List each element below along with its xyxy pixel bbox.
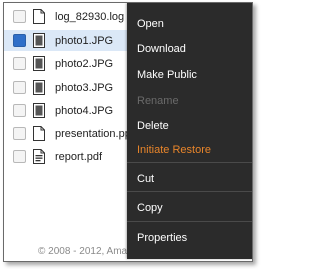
image-file-icon	[33, 56, 45, 71]
file-name[interactable]: photo4.JPG	[55, 105, 113, 117]
menu-separator	[127, 162, 252, 163]
menu-item-open[interactable]: Open	[127, 18, 252, 30]
menu-item-cut[interactable]: Cut	[127, 173, 252, 185]
image-file-icon	[33, 33, 45, 48]
menu-separator	[127, 191, 252, 192]
file-name[interactable]: photo2.JPG	[55, 58, 113, 70]
file-name[interactable]: report.pdf	[55, 151, 102, 163]
file-browser-panel: log_82930.log photo1.JPG photo2.JPG phot…	[3, 2, 253, 262]
menu-item-copy[interactable]: Copy	[127, 202, 252, 214]
row-checkbox[interactable]	[13, 81, 26, 94]
menu-item-initiate-restore[interactable]: Initiate Restore	[127, 144, 252, 156]
row-checkbox[interactable]	[13, 150, 26, 163]
file-name[interactable]: photo3.JPG	[55, 82, 113, 94]
row-checkbox[interactable]	[13, 104, 26, 117]
document-file-icon	[33, 149, 45, 164]
row-checkbox[interactable]	[13, 57, 26, 70]
image-file-icon	[33, 103, 45, 118]
menu-separator	[127, 221, 252, 222]
image-file-icon	[33, 80, 45, 95]
row-checkbox[interactable]	[13, 127, 26, 140]
text-file-icon	[33, 9, 45, 24]
row-checkbox[interactable]	[13, 34, 26, 47]
menu-item-download[interactable]: Download	[127, 43, 252, 55]
menu-item-rename: Rename	[137, 95, 179, 107]
text-file-icon	[33, 126, 45, 141]
context-menu: Open Download Make Public Rename Delete …	[127, 3, 252, 259]
file-name[interactable]: log_82930.log	[55, 11, 124, 23]
menu-item-properties[interactable]: Properties	[127, 232, 252, 244]
row-checkbox[interactable]	[13, 10, 26, 23]
menu-item-delete[interactable]: Delete	[127, 120, 252, 132]
file-name[interactable]: photo1.JPG	[55, 35, 113, 47]
menu-item-make-public[interactable]: Make Public	[127, 69, 252, 81]
